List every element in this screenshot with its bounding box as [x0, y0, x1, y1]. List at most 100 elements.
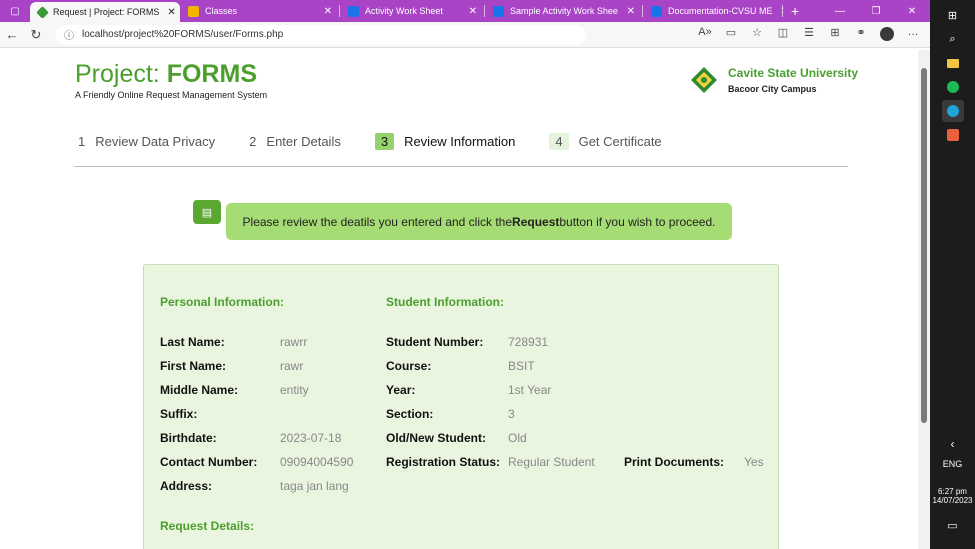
back-icon[interactable]: ← — [0, 27, 24, 42]
suffix-label: Suffix: — [160, 407, 198, 421]
tab-activity-work-sheet[interactable]: Activity Work Sheet ✕ — [340, 0, 485, 22]
close-icon[interactable]: ✕ — [461, 6, 477, 17]
tab-title: Classes — [205, 6, 238, 16]
step-get-certificate: 4 Get Certificate — [549, 133, 662, 150]
course-value: BSIT — [508, 359, 535, 373]
app-icon[interactable] — [942, 124, 964, 146]
more-options-icon[interactable]: … — [900, 26, 926, 44]
last-name-value: rawrr — [280, 335, 308, 349]
language-indicator[interactable]: ENG — [943, 459, 963, 469]
page-content: Project: FORMS A Friendly Online Request… — [0, 48, 918, 549]
refresh-icon[interactable]: ↻ — [24, 27, 48, 43]
first-name-value: rawr — [280, 359, 304, 373]
print-documents-value: Yes — [744, 455, 764, 469]
browser-tools: A» ▭ ☆ ◫ ☰ ⊞ ⚭ … — [692, 26, 926, 44]
middle-name-value: entity — [280, 383, 309, 397]
registration-status-value: Regular Student — [508, 455, 595, 469]
profile-avatar[interactable] — [874, 26, 900, 44]
first-name-label: First Name: — [160, 359, 227, 373]
year-label: Year: — [386, 383, 416, 397]
course-label: Course: — [386, 359, 432, 373]
docs-favicon-icon — [348, 5, 359, 17]
spotify-icon[interactable] — [942, 76, 964, 98]
window-controls: — ❐ ✕ — [822, 6, 930, 17]
new-tab-icon[interactable]: + — [783, 3, 807, 19]
window-menu-icon[interactable]: ▢ — [0, 0, 30, 22]
start-icon[interactable]: ⊞ — [942, 4, 964, 26]
print-documents-label: Print Documents: — [624, 455, 725, 469]
university-block: Cavite State University Bacoor City Camp… — [690, 66, 858, 94]
year-value: 1st Year — [508, 383, 552, 397]
checklist-icon: ▤ — [193, 200, 221, 224]
student-number-value: 728931 — [508, 335, 549, 349]
classroom-favicon-icon — [188, 5, 199, 17]
file-explorer-icon[interactable] — [942, 52, 964, 74]
notification-icon[interactable]: ▭ — [947, 519, 957, 532]
brand: Project: FORMS A Friendly Online Request… — [75, 60, 267, 100]
minimize-icon[interactable]: — — [822, 6, 858, 17]
step-enter-details: 2 Enter Details — [249, 134, 341, 149]
birthdate-value: 2023-07-18 — [280, 431, 342, 445]
favorites-icon[interactable]: ☰ — [796, 26, 822, 44]
personal-info-heading: Personal Information: — [160, 295, 285, 309]
last-name-label: Last Name: — [160, 335, 225, 349]
contact-number-value: 09094004590 — [280, 455, 354, 469]
edge-icon[interactable] — [941, 100, 964, 122]
browser-tab-bar: ▢ Request | Project: FORMS ✕ Classes ✕ A… — [0, 0, 930, 22]
close-icon[interactable]: ✕ — [316, 6, 332, 17]
campus-name: Bacoor City Campus — [728, 84, 817, 94]
section-label: Section: — [386, 407, 434, 421]
student-info-heading: Student Information: — [386, 295, 504, 309]
close-icon[interactable]: ✕ — [159, 7, 175, 18]
address-toolbar: ← ↻ ⓘ localhost/project%20FORMS/user/For… — [0, 22, 930, 48]
close-icon[interactable]: ✕ — [619, 6, 635, 17]
divider — [74, 166, 848, 167]
info-icon[interactable]: ⓘ — [64, 27, 74, 42]
docs-favicon-icon — [651, 5, 662, 17]
split-screen-icon[interactable]: ◫ — [770, 26, 796, 44]
address-value: taga jan lang — [280, 479, 349, 493]
university-name: Cavite State University — [728, 66, 859, 80]
old-new-student-label: Old/New Student: — [386, 431, 486, 445]
contact-number-label: Contact Number: — [160, 455, 258, 469]
page-scrollbar[interactable] — [918, 50, 930, 549]
review-card: Personal Information: Student Informatio… — [143, 264, 779, 549]
read-aloud-icon[interactable]: A» — [692, 26, 718, 44]
tab-request-forms[interactable]: Request | Project: FORMS ✕ — [30, 2, 180, 22]
restore-icon[interactable]: ❐ — [858, 6, 894, 17]
step-review-data-privacy: 1 Review Data Privacy — [78, 134, 216, 149]
address-label: Address: — [160, 479, 213, 493]
close-window-icon[interactable]: ✕ — [894, 6, 930, 17]
favorite-star-icon[interactable]: ☆ — [744, 26, 770, 44]
tab-documentation[interactable]: Documentation-CVSU ME ✕ — [643, 0, 783, 22]
collections-icon[interactable]: ⊞ — [822, 26, 848, 44]
immersive-reader-icon[interactable]: ▭ — [718, 26, 744, 44]
search-icon[interactable]: ⌕ — [942, 28, 964, 50]
student-number-label: Student Number: — [386, 335, 484, 349]
scrollbar-thumb[interactable] — [921, 68, 927, 423]
tab-classes[interactable]: Classes ✕ — [180, 0, 340, 22]
tab-title: Documentation-CVSU ME — [668, 6, 773, 16]
url-text: localhost/project%20FORMS/user/Forms.php — [82, 29, 284, 40]
tab-title: Sample Activity Work Shee — [510, 6, 618, 16]
request-details-heading: Request Details: — [160, 519, 255, 533]
tab-title: Request | Project: FORMS — [53, 7, 160, 17]
tab-title: Activity Work Sheet — [365, 6, 443, 16]
extensions-icon[interactable]: ⚭ — [848, 26, 874, 44]
step-review-information: 3 Review Information — [374, 133, 515, 150]
tab-sample-activity[interactable]: Sample Activity Work Shee ✕ — [485, 0, 643, 22]
registration-status-label: Registration Status: — [386, 455, 501, 469]
review-notice: ▤ Please review the deatils you entered … — [193, 200, 732, 240]
chevron-left-icon[interactable]: ‹ — [951, 437, 955, 451]
clock[interactable]: 6:27 pm 14/07/2023 — [930, 487, 975, 505]
progress-steps: 1 Review Data Privacy 2 Enter Details 3 Rev… — [78, 133, 696, 150]
windows-taskbar: ⊞ ⌕ ‹ ENG 6:27 pm 14/07/2023 ▭ — [930, 0, 975, 549]
old-new-student-value: Old — [508, 431, 527, 445]
docs-favicon-icon — [493, 5, 504, 17]
site-subtitle: A Friendly Online Request Management Sys… — [75, 90, 268, 100]
university-seal-icon — [691, 67, 717, 93]
site-title: Project: FORMS — [75, 60, 257, 88]
section-value: 3 — [508, 407, 515, 421]
address-bar[interactable]: ⓘ localhost/project%20FORMS/user/Forms.p… — [56, 24, 586, 45]
middle-name-label: Middle Name: — [160, 383, 239, 397]
